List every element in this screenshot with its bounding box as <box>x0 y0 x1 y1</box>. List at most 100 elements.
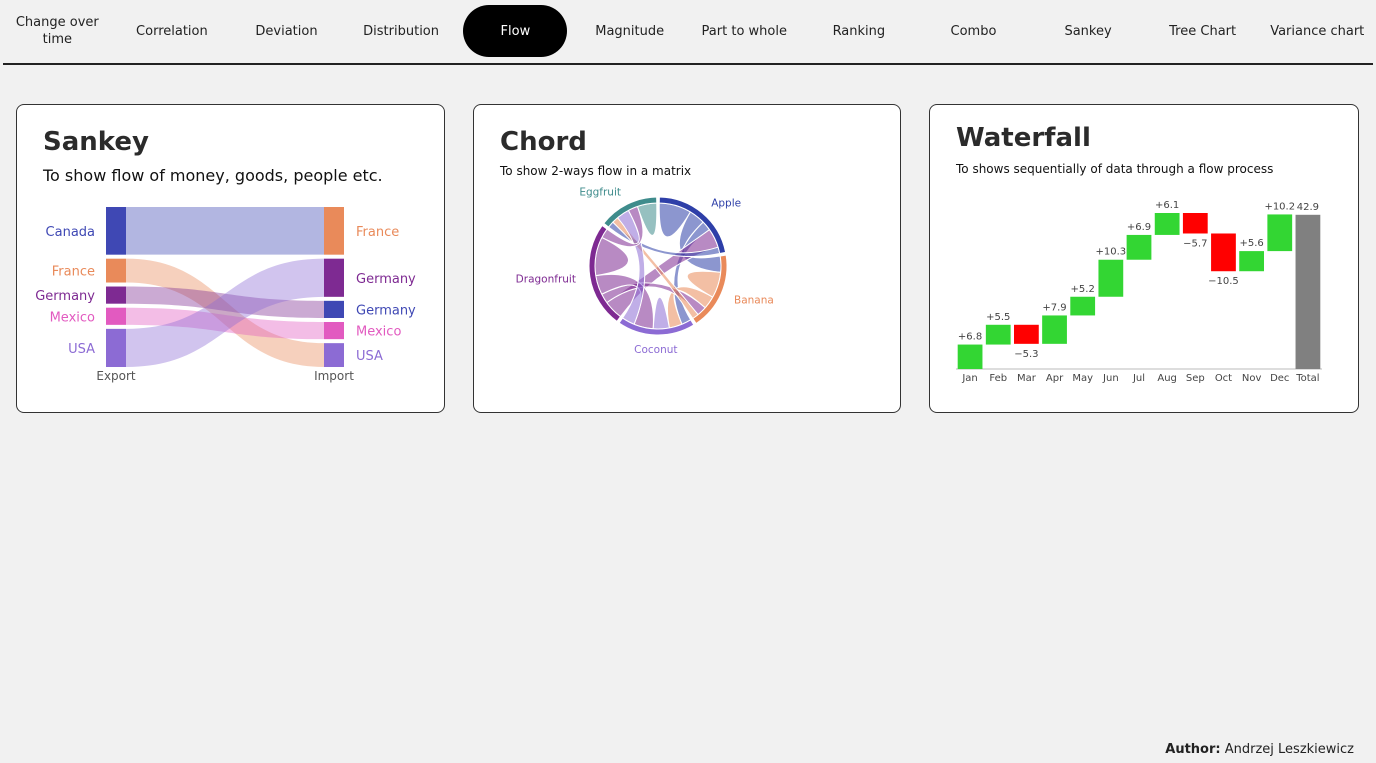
nav-tab-label: Deviation <box>255 23 318 39</box>
nav-tab-label: Ranking <box>832 23 886 39</box>
chord-group-label: Dragonfruit <box>516 274 576 286</box>
waterfall-x-tick: Jan <box>961 373 977 384</box>
nav-tab-correlation[interactable]: Correlation <box>115 5 230 57</box>
sankey-source-node <box>106 307 126 325</box>
nav-tab-change-over-time[interactable]: Change over time <box>0 5 115 57</box>
chord-chart: Apple Banana Coconut Dragonfruit Eggfruit <box>516 187 774 356</box>
nav-tab-label: Variance chart <box>1270 23 1365 39</box>
waterfall-value-label: +10.2 <box>1264 201 1295 212</box>
sankey-target-label: Germany <box>356 272 416 287</box>
nav-tab-label: Flow <box>500 23 531 39</box>
nav-tab-label: Tree Chart <box>1169 23 1237 39</box>
sankey-source-node <box>106 328 126 367</box>
sankey-source-node <box>106 286 126 304</box>
waterfall-bar <box>1042 315 1067 344</box>
waterfall-x-tick: Apr <box>1046 373 1064 384</box>
waterfall-x-tick: Jun <box>1102 373 1119 384</box>
sankey-source-label: Canada <box>46 225 95 240</box>
nav-tab-distribution[interactable]: Distribution <box>344 5 459 57</box>
waterfall-value-label: +5.6 <box>1239 238 1263 249</box>
nav-divider <box>3 63 1373 65</box>
waterfall-x-tick: Jul <box>1132 373 1145 384</box>
waterfall-x-tick: Feb <box>989 373 1007 384</box>
waterfall-x-tick: Total <box>1295 373 1319 384</box>
sankey-column-label: Import <box>314 369 354 383</box>
nav-tab-label: Magnitude <box>595 23 665 39</box>
nav-tab-label: Sankey <box>1064 23 1112 39</box>
sankey-target-node <box>324 207 344 255</box>
chord-ribbon <box>652 296 670 330</box>
waterfall-x-tick: Nov <box>1242 373 1262 384</box>
sankey-chart: Canada France Germany Mexico USA France German… <box>35 207 416 383</box>
sankey-target-node <box>324 343 344 367</box>
waterfall-value-label: 42.9 <box>1297 202 1319 213</box>
waterfall-bar <box>1211 233 1236 272</box>
waterfall-bar <box>1182 213 1208 234</box>
sankey-target-label: USA <box>356 349 383 364</box>
sankey-target-label: Germany <box>356 303 416 318</box>
waterfall-value-label: −5.3 <box>1014 349 1038 360</box>
waterfall-bar <box>1239 251 1265 272</box>
nav-tab-label: Combo <box>950 23 997 39</box>
nav-tab-flow[interactable]: Flow <box>463 5 568 57</box>
nav-tab-variance-chart[interactable]: Variance chart <box>1260 5 1375 57</box>
waterfall-x-tick: Oct <box>1215 373 1232 384</box>
waterfall-bar <box>1126 234 1152 260</box>
chord-ribbons <box>594 202 722 330</box>
nav-tab-deviation[interactable]: Deviation <box>229 5 344 57</box>
chord-group-label: Coconut <box>634 344 677 356</box>
sankey-source-label: Germany <box>35 289 95 304</box>
waterfall-bar <box>1013 324 1039 344</box>
waterfall-value-label: +6.9 <box>1127 222 1151 233</box>
chart-category-nav: Change over time Correlation Deviation Distr… <box>0 0 1376 62</box>
sankey-target-node <box>324 258 344 297</box>
sankey-target-node <box>324 300 344 318</box>
sankey-target-label: France <box>356 225 399 240</box>
chord-group-label: Banana <box>734 294 774 306</box>
author-label: Author: <box>1165 742 1221 757</box>
waterfall-bar <box>1267 214 1293 252</box>
waterfall-chart: +6.8 Jan +5.5 Feb −5.3 Mar +7.9 Apr +5.2 May +10.3… <box>956 200 1322 384</box>
waterfall-bar <box>1154 213 1180 235</box>
nav-tab-label: Change over time <box>15 15 99 47</box>
waterfall-value-label: −5.7 <box>1183 238 1207 249</box>
nav-tab-label: Correlation <box>136 23 208 39</box>
waterfall-value-label: +5.2 <box>1071 284 1095 295</box>
waterfall-value-label: +7.9 <box>1042 302 1066 313</box>
chord-card[interactable]: Chord To show 2-ways flow in a matrix Ap… <box>473 104 901 413</box>
chord-group-label: Apple <box>711 197 741 209</box>
nav-tab-ranking[interactable]: Ranking <box>802 5 917 57</box>
sankey-source-label: USA <box>68 342 95 357</box>
waterfall-value-label: −10.5 <box>1208 276 1239 287</box>
waterfall-value-label: +6.8 <box>958 332 982 343</box>
waterfall-bar <box>957 344 983 369</box>
nav-tab-label: Distribution <box>363 23 439 39</box>
waterfall-value-label: +6.1 <box>1155 200 1179 211</box>
waterfall-x-tick: Dec <box>1270 373 1289 384</box>
sankey-target-label: Mexico <box>356 325 401 340</box>
chord-group-label: Eggfruit <box>579 187 621 199</box>
waterfall-bar <box>1098 259 1124 297</box>
nav-tab-part-to-whole[interactable]: Part to whole <box>687 5 802 57</box>
waterfall-card[interactable]: Waterfall To shows sequentially of data … <box>929 104 1359 413</box>
nav-tab-label: Part to whole <box>701 23 787 39</box>
nav-tab-magnitude[interactable]: Magnitude <box>572 5 687 57</box>
waterfall-bar <box>1070 296 1096 316</box>
author-credit: Author: Andrzej Leszkiewicz <box>1165 742 1354 757</box>
nav-tab-combo[interactable]: Combo <box>916 5 1031 57</box>
nav-tab-sankey[interactable]: Sankey <box>1031 5 1146 57</box>
waterfall-bar <box>985 324 1011 345</box>
sankey-links <box>126 207 324 367</box>
sankey-source-label: France <box>52 265 95 280</box>
sankey-column-label: Export <box>96 369 136 383</box>
sankey-source-label: Mexico <box>50 310 95 325</box>
sankey-target-node <box>324 321 344 340</box>
waterfall-x-tick: May <box>1072 373 1093 384</box>
waterfall-x-tick: Sep <box>1186 373 1205 384</box>
sankey-source-node <box>106 258 126 283</box>
waterfall-value-label: +10.3 <box>1096 247 1127 258</box>
sankey-card[interactable]: Sankey To show flow of money, goods, peo… <box>16 104 445 413</box>
sankey-source-node <box>106 207 126 255</box>
waterfall-x-tick: Mar <box>1017 373 1037 384</box>
nav-tab-tree-chart[interactable]: Tree Chart <box>1145 5 1260 57</box>
